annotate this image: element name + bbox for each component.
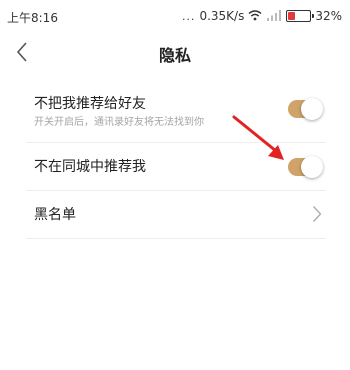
toggle-knob [301,98,323,120]
nav-bar: 隐私 [0,32,350,72]
page-title: 隐私 [158,46,191,65]
setting-blacklist[interactable]: 黑名单 [26,191,326,239]
annotation-arrow-icon [232,115,284,160]
battery-fill [288,12,296,20]
status-dots: ... [181,9,196,23]
status-time: 上午8:16 [7,11,58,25]
status-bar: 上午8:16 ... 0.35K/s 32% [0,0,350,32]
setting-subtitle: 开关开启后，通讯录好友将无法找到你 [34,117,204,128]
signal-icon [266,9,282,24]
battery-icon [286,10,315,22]
chevron-right-icon [313,206,322,222]
hide-from-nearby-toggle[interactable] [288,156,323,178]
setting-label: 不把我推荐给好友 [34,96,146,112]
status-indicators: ... 0.35K/s 32% [182,8,342,24]
setting-label: 黑名单 [34,207,76,223]
wifi-icon [248,9,262,24]
network-speed: 0.35K/s [199,9,245,23]
hide-from-friends-toggle[interactable] [288,98,323,120]
setting-label: 不在同城中推荐我 [34,159,146,175]
battery-percent: 32% [315,9,342,23]
toggle-knob [301,156,323,178]
